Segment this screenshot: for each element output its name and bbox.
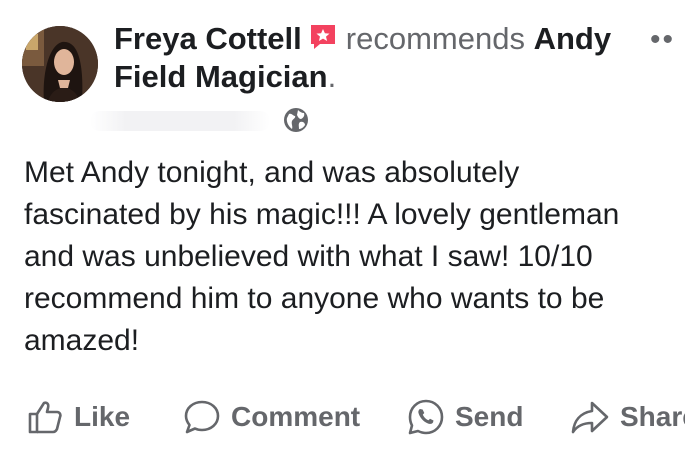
post-title-line-2: Field Magician. — [114, 58, 336, 96]
share-arrow-icon — [571, 401, 609, 434]
send-label: Send — [455, 401, 524, 432]
page-name-part1[interactable]: Andy — [534, 21, 612, 56]
post-action-bar: Like Comment Send Share — [0, 392, 685, 442]
author-name[interactable]: Freya Cottell — [114, 21, 302, 56]
page-name-part2[interactable]: Field Magician — [114, 59, 328, 94]
recommend-star-icon — [308, 22, 338, 52]
thumbs-up-icon — [28, 401, 62, 434]
post-meta — [90, 107, 320, 135]
post-title-line-1: Freya Cottell recommends Andy — [114, 20, 611, 58]
whatsapp-icon — [408, 399, 444, 435]
speech-bubble-icon — [184, 400, 220, 434]
like-label: Like — [74, 401, 131, 432]
recommends-verb: recommends — [345, 21, 525, 56]
author-avatar[interactable] — [22, 26, 98, 102]
blurred-timestamp — [90, 111, 270, 131]
like-button[interactable]: Like — [26, 392, 130, 442]
comment-label: Comment — [231, 401, 361, 432]
globe-icon — [284, 108, 308, 132]
send-button[interactable]: Send — [407, 392, 523, 442]
post-header: Freya Cottell recommends Andy Field Magic… — [0, 0, 685, 140]
share-label: Share — [620, 401, 685, 432]
post-body-text: Met Andy tonight, and was absolutely fas… — [24, 156, 620, 357]
title-period: . — [327, 59, 337, 94]
more-options-icon[interactable]: •• — [650, 25, 675, 55]
share-button[interactable]: Share — [570, 392, 685, 442]
avatar-photo — [22, 26, 98, 102]
comment-button[interactable]: Comment — [183, 392, 360, 442]
